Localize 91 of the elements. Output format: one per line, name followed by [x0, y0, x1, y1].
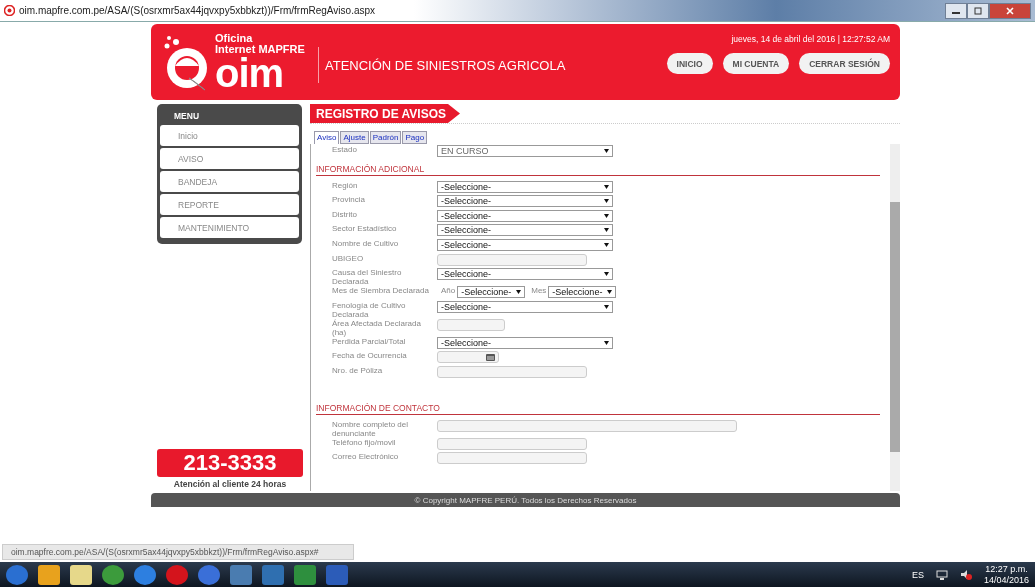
caret-icon [604, 272, 609, 277]
site-icon [4, 5, 15, 16]
tab[interactable]: Ajuste [340, 131, 369, 144]
field-label: Teléfono fijo/movil [332, 437, 397, 447]
phone-caption: Atención al cliente 24 horas [173, 479, 287, 489]
copyright-text: © Copyright MAPFRE PERÚ. Todos los Derechos Reservados [414, 495, 637, 505]
tab[interactable]: Aviso [314, 131, 340, 144]
app-icon[interactable] [102, 564, 124, 585]
input-field[interactable] [437, 318, 505, 331]
input-field[interactable] [437, 253, 587, 266]
app-icon[interactable] [70, 564, 92, 585]
select-field[interactable]: -Seleccione- [437, 180, 613, 193]
section-title: INFORMACIÓN ADICIONAL [316, 163, 880, 176]
month-select[interactable]: -Seleccione- [548, 286, 617, 299]
field-label: UBIGEO [332, 253, 365, 263]
select-field[interactable]: -Seleccione- [437, 238, 613, 251]
field-label: Mes de Siembra Declarada [332, 286, 430, 296]
field-label: Nro. de Póliza [332, 365, 384, 375]
nav-button[interactable]: MI CUENTA [722, 53, 790, 74]
select-field[interactable]: -Seleccione- [437, 224, 613, 237]
tab[interactable]: Pago [402, 131, 428, 144]
menu-title: MENU [173, 110, 201, 123]
caret-icon [604, 304, 609, 309]
restore-icon [974, 6, 982, 15]
minimize-button[interactable] [945, 2, 967, 19]
field-label: Estado [332, 145, 358, 154]
field-label: Sector Estadístico [332, 224, 398, 234]
caret-icon [604, 242, 609, 247]
field-label: Nombre de Cultivo [332, 238, 400, 248]
tab[interactable]: Padrón [369, 131, 402, 144]
field-label: Región [332, 180, 359, 190]
year-label: Año [441, 286, 456, 296]
year-select[interactable]: -Seleccione- [457, 286, 526, 299]
status-url: oim.mapfre.com.pe/ASA/(S(osrxmr5ax44jqvxpy5xbbkzt))/Frm/frmRegAviso.aspx# [2, 544, 354, 560]
calendar-icon[interactable] [486, 353, 495, 361]
scrollbar[interactable] [890, 144, 900, 491]
caret-icon [604, 213, 609, 218]
field-label: Área Afectada Declarada (ha) [332, 318, 422, 337]
network-icon[interactable] [935, 569, 948, 580]
field-label: Correo Electrónico [332, 452, 400, 462]
select-field[interactable]: -Seleccione- [437, 300, 613, 313]
input-field[interactable] [437, 437, 587, 450]
field-label: Fenología de Cultivo Declarada [332, 300, 407, 319]
app-icon[interactable] [134, 564, 156, 585]
field-label: Distrito [332, 209, 358, 219]
phone-number: 213-3333 [157, 449, 303, 477]
date-time: jueves, 14 de abril del 2016 | 12:27:52 AM [731, 34, 890, 44]
select-field[interactable]: -Seleccione- [437, 209, 613, 222]
field-label: Causa del Siniestro Declarada [332, 268, 403, 287]
field-label: Provincia [332, 195, 366, 205]
caret-icon [604, 199, 609, 204]
caret-icon [607, 290, 613, 295]
select-field[interactable]: EN CURSO [437, 145, 613, 157]
select-field[interactable]: -Seleccione- [437, 268, 613, 281]
menu-item[interactable]: BANDEJA [160, 171, 299, 192]
caret-icon [604, 184, 609, 189]
date-field[interactable] [437, 351, 499, 364]
app-icon[interactable] [198, 564, 220, 585]
close-button[interactable] [989, 2, 1031, 19]
logo-caption: Oficina [215, 33, 254, 44]
nav-button[interactable]: INICIO [666, 53, 713, 74]
nav-button[interactable]: CERRAR SESIÓN [799, 53, 890, 74]
menu-item[interactable]: REPORTE [160, 194, 299, 215]
menu-item[interactable]: Inicio [160, 125, 299, 146]
app-icon[interactable] [6, 564, 28, 585]
input-field[interactable] [437, 365, 587, 378]
caret-icon [516, 290, 522, 295]
field-label: Nombre completo del denunciante [332, 419, 410, 438]
month-label: Mes [531, 286, 547, 296]
input-field[interactable] [437, 452, 587, 465]
page-title: REGISTRO DE AVISOS [310, 104, 460, 123]
menu-item[interactable]: AVISO [160, 148, 299, 169]
caret-icon [604, 149, 609, 153]
field-label: Perdida Parcial/Total [332, 336, 407, 346]
close-icon [1006, 6, 1014, 15]
clock[interactable]: 12:27 p.m. 14/04/2016 [983, 563, 1029, 586]
section-title: INFORMACIÓN DE CONTACTO [316, 402, 880, 415]
select-field[interactable]: -Seleccione- [437, 336, 613, 349]
caret-icon [604, 340, 609, 345]
speaker-icon[interactable] [959, 569, 972, 580]
logo-wordmark: oim [215, 55, 284, 91]
app-title: ATENCIÓN DE SINIESTROS AGRICOLA [325, 57, 566, 73]
field-label: Fecha de Ocurrencia [332, 351, 408, 361]
window-title: oim.mapfre.com.pe/ASA/(S(osrxmr5ax44jqvxpy5xbbkzt))/Frm/frmRegAviso.aspx [19, 5, 377, 16]
language-indicator[interactable]: ES [911, 569, 924, 580]
input-field[interactable] [437, 419, 737, 432]
menu-item[interactable]: MANTENIMIENTO [160, 217, 299, 238]
app-icon[interactable] [38, 564, 60, 585]
select-field[interactable]: -Seleccione- [437, 195, 613, 208]
caret-icon [604, 228, 609, 233]
logo-caption: Internet MAPFRE [215, 44, 305, 55]
